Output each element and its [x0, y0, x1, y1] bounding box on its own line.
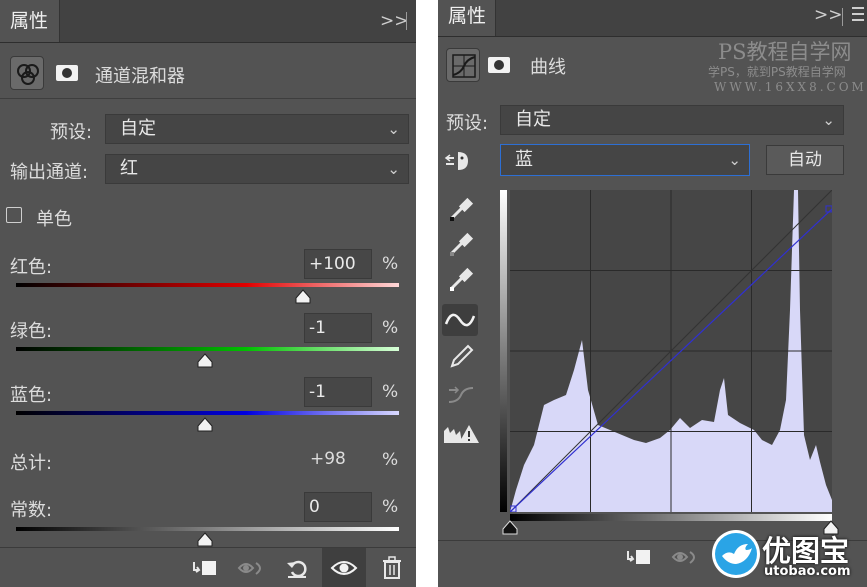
total-label: 总计:: [10, 453, 53, 474]
red-value-field[interactable]: +100: [304, 249, 372, 279]
preset-value: 自定: [120, 118, 156, 139]
input-gradient-bar: [510, 514, 832, 521]
collapse-panel-icon[interactable]: >>: [380, 0, 409, 42]
panel-title: 通道混和器: [95, 66, 185, 87]
preset-dropdown[interactable]: 自定 ⌄: [500, 105, 844, 135]
layer-mask-icon[interactable]: [484, 48, 518, 82]
toggle-visibility-preview-icon[interactable]: [670, 545, 702, 573]
constant-percent: %: [382, 497, 399, 517]
curves-graph[interactable]: [510, 190, 832, 512]
watermark-url: WWW.16XX8.COM: [714, 80, 867, 94]
output-channel-dropdown[interactable]: 红 ⌄: [105, 154, 409, 184]
chevron-down-icon: ⌄: [387, 160, 400, 178]
panel-tab-bar: 属性 >>: [438, 0, 867, 37]
channel-dropdown[interactable]: 蓝 ⌄: [500, 144, 750, 176]
smooth-icon: [446, 380, 476, 414]
output-gradient-bar: [500, 190, 507, 512]
blue-percent: %: [382, 382, 399, 402]
green-slider-track[interactable]: [16, 347, 399, 351]
green-percent: %: [382, 318, 399, 338]
site-logo: [710, 528, 762, 584]
green-label: 绿色:: [10, 321, 53, 342]
trash-icon[interactable]: [380, 555, 404, 585]
eye-icon[interactable]: [322, 548, 366, 587]
watermark-title: PS教程自学网: [718, 40, 852, 64]
properties-tab[interactable]: 属性: [438, 0, 496, 36]
black-point-eyedropper-icon[interactable]: [446, 194, 476, 228]
blue-value-field[interactable]: -1: [304, 377, 372, 407]
red-label: 红色:: [10, 257, 53, 278]
clipping-warning-icon[interactable]: [442, 421, 480, 451]
tab-divider: [406, 12, 407, 30]
panel-title: 曲线: [530, 57, 566, 78]
watermark-subtitle: 学PS，就到PS教程自学网: [708, 65, 846, 79]
curves-adjustment-icon: [446, 48, 480, 82]
auto-button[interactable]: 自动: [766, 145, 844, 175]
channel-mixer-icon: [10, 56, 44, 90]
collapse-panel-icon[interactable]: >>: [814, 0, 843, 36]
red-percent: %: [382, 254, 399, 274]
clip-to-layer-icon[interactable]: [624, 545, 654, 573]
green-value-field[interactable]: -1: [304, 313, 372, 343]
output-channel-value: 红: [120, 158, 138, 179]
output-channel-label: 输出通道:: [10, 162, 89, 183]
preset-label: 预设:: [446, 113, 489, 134]
tab-divider: [842, 8, 843, 26]
blue-label: 蓝色:: [10, 385, 53, 406]
white-point-eyedropper-icon[interactable]: [446, 264, 476, 298]
constant-label: 常数:: [10, 500, 53, 521]
red-slider-track[interactable]: [16, 283, 399, 287]
properties-tab[interactable]: 属性: [0, 0, 60, 42]
reset-icon[interactable]: [284, 556, 312, 584]
panel-tab-bar: 属性 >>: [0, 0, 416, 43]
clip-to-layer-icon[interactable]: [190, 556, 220, 584]
curves-properties-panel: 属性 >> 曲线 PS教程自学网 学PS，就到PS教程自学网 WWW.16XX8…: [438, 0, 867, 587]
total-percent: %: [382, 450, 399, 470]
panel-bottom-bar: [0, 547, 416, 587]
layer-mask-icon[interactable]: [50, 56, 84, 90]
monochrome-checkbox[interactable]: [6, 207, 22, 223]
preset-label: 预设:: [50, 122, 93, 143]
channel-mixer-properties-panel: 属性 >> 通道混和器 预设: 自定 ⌄ 输出通道: 红 ⌄ 单色 红色: +1…: [0, 0, 416, 587]
total-value: +98: [310, 449, 346, 469]
on-image-adjust-icon[interactable]: [444, 148, 478, 178]
channel-value: 蓝: [515, 149, 533, 170]
toggle-visibility-preview-icon[interactable]: [236, 556, 268, 584]
curve-points-icon[interactable]: [442, 304, 478, 336]
constant-value-field[interactable]: 0: [304, 492, 372, 522]
panel-menu-icon[interactable]: [852, 7, 864, 21]
header-divider: [0, 98, 416, 99]
chevron-down-icon: ⌄: [728, 151, 741, 169]
preset-dropdown[interactable]: 自定 ⌄: [105, 114, 409, 144]
blue-slider-track[interactable]: [16, 411, 399, 415]
bird-logo-icon: [712, 530, 760, 578]
gray-point-eyedropper-icon[interactable]: [446, 229, 476, 263]
pencil-icon[interactable]: [446, 342, 476, 376]
site-logo-url: utobao.com: [764, 564, 851, 579]
constant-slider-track[interactable]: [16, 527, 399, 531]
chevron-down-icon: ⌄: [822, 111, 835, 129]
monochrome-label: 单色: [36, 209, 72, 230]
preset-value: 自定: [515, 109, 551, 130]
chevron-down-icon: ⌄: [387, 120, 400, 138]
